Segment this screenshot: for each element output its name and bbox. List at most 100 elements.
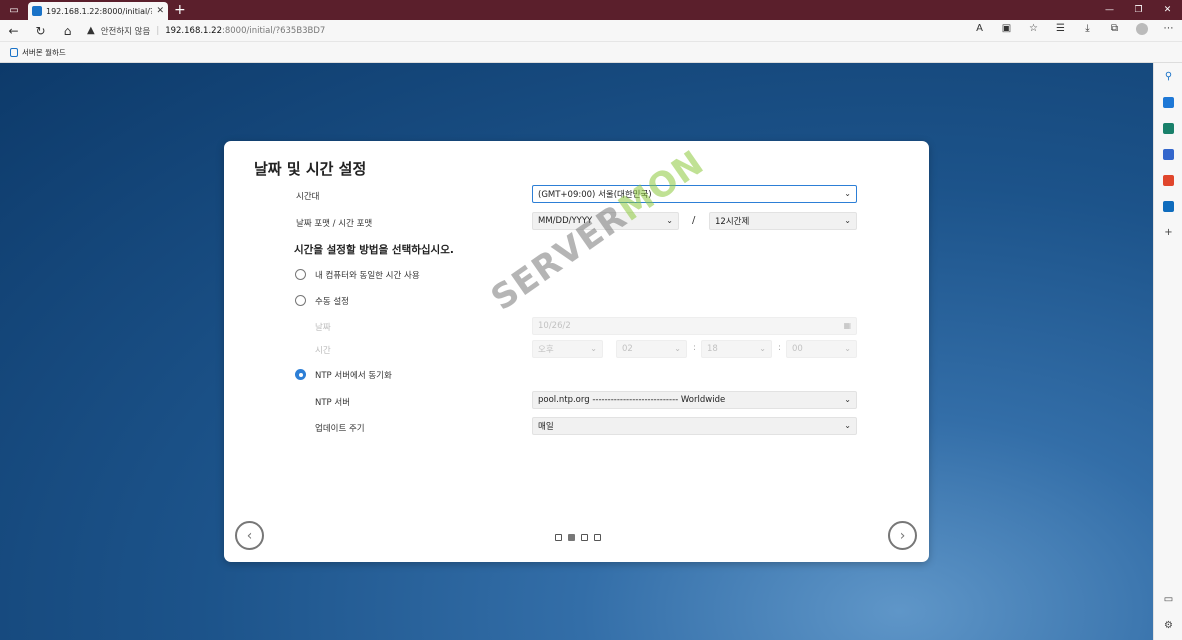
second-select[interactable]: 00 ⌄: [786, 340, 857, 358]
favorites-bar: 서버몬 월하드: [0, 42, 1182, 63]
format-separator: /: [692, 215, 696, 226]
hour-select[interactable]: 02 ⌄: [616, 340, 687, 358]
warning-icon: ▲: [87, 25, 95, 36]
minute-value: 18: [707, 344, 718, 354]
method-heading: 시간을 설정할 방법을 선택하십시오.: [294, 244, 454, 256]
sidebar-settings-icon[interactable]: ⚙: [1163, 620, 1174, 631]
window-controls: — ❐ ✕: [1095, 5, 1182, 15]
timezone-value: (GMT+09:00) 서울(대한민국): [538, 190, 652, 200]
window-close-icon[interactable]: ✕: [1153, 5, 1182, 15]
add-sidebar-app-icon[interactable]: +: [1163, 227, 1174, 238]
back-arrow-icon[interactable]: ‹: [235, 521, 264, 550]
browser-tab-bar: ▭ 192.168.1.22:8000/initial/?635B3 ✕ + —…: [0, 0, 1182, 20]
chevron-down-icon: ⌄: [844, 216, 851, 225]
address-bar: ← ↻ ⌂ ▲ 안전하지 않음 | 192.168.1.22 :8000/ini…: [0, 20, 1182, 42]
option-manual-label: 수동 설정: [315, 297, 349, 307]
date-format-value: MM/DD/YYYY: [538, 216, 593, 226]
time-format-select[interactable]: 12시간제 ⌄: [709, 212, 857, 230]
watermark: SERVERMON: [484, 143, 712, 319]
chevron-down-icon: ⌄: [590, 344, 597, 353]
pagination-dot[interactable]: [581, 534, 588, 541]
date-value: 10/26/2: [538, 321, 571, 331]
time-format-value: 12시간제: [715, 217, 750, 227]
url-field[interactable]: ▲ 안전하지 않음 | 192.168.1.22 :8000/initial/?…: [87, 25, 325, 37]
bookmark-icon: [10, 47, 18, 57]
option-ntp-label: NTP 서버에서 동기화: [315, 371, 392, 381]
favorites-icon[interactable]: ☰: [1047, 23, 1074, 38]
browser-tab[interactable]: 192.168.1.22:8000/initial/?635B3 ✕: [28, 2, 168, 20]
collections-icon[interactable]: ⧉: [1101, 23, 1128, 38]
search-icon[interactable]: ⚲: [1163, 71, 1174, 82]
tab-actions-icon[interactable]: ▭: [0, 0, 28, 20]
ampm-select[interactable]: 오후 ⌄: [532, 340, 603, 358]
refresh-icon[interactable]: ↻: [27, 24, 54, 38]
update-interval-label: 업데이트 주기: [315, 424, 365, 434]
shopping-icon[interactable]: [1163, 97, 1174, 108]
favorite-link[interactable]: 서버몬 월하드: [22, 47, 66, 58]
ampm-value: 오후: [538, 345, 554, 355]
url-path: :8000/initial/?635B3BD7: [221, 25, 326, 36]
url-host: 192.168.1.22: [165, 25, 222, 36]
outlook-icon[interactable]: [1163, 201, 1174, 212]
minimize-icon[interactable]: —: [1095, 5, 1124, 15]
url-separator: |: [156, 25, 160, 36]
time-colon: :: [778, 343, 782, 353]
timezone-select[interactable]: (GMT+09:00) 서울(대한민국) ⌄: [532, 185, 857, 203]
date-input[interactable]: 10/26/2 ▦: [532, 317, 857, 335]
format-label: 날짜 포맷 / 시간 포맷: [296, 219, 373, 229]
downloads-icon[interactable]: ⤓: [1074, 23, 1101, 38]
update-interval-value: 매일: [538, 422, 554, 432]
update-interval-select[interactable]: 매일 ⌄: [532, 417, 857, 435]
back-icon[interactable]: ←: [0, 24, 27, 38]
more-menu-icon[interactable]: ⋯: [1155, 23, 1182, 38]
ntp-server-value: pool.ntp.org ---------------------------…: [538, 395, 726, 405]
setup-wizard-card: 날짜 및 시간 설정 시간대 (GMT+09:00) 서울(대한민국) ⌄ 날짜…: [224, 141, 929, 562]
pagination-dot[interactable]: [555, 534, 562, 541]
edge-sidebar: ⚲ + ▭ ⚙: [1153, 63, 1182, 640]
time-colon: :: [693, 343, 697, 353]
page-background: 날짜 및 시간 설정 시간대 (GMT+09:00) 서울(대한민국) ⌄ 날짜…: [0, 63, 1153, 640]
tools-icon[interactable]: [1163, 123, 1174, 134]
add-favorite-icon[interactable]: ☆: [1020, 23, 1047, 38]
second-value: 00: [792, 344, 803, 354]
chevron-down-icon: ⌄: [666, 216, 673, 225]
hide-sidebar-icon[interactable]: ▭: [1163, 594, 1174, 605]
page-title: 날짜 및 시간 설정: [254, 160, 367, 178]
insecure-label: 안전하지 않음: [100, 26, 151, 37]
ntp-server-label: NTP 서버: [315, 398, 351, 408]
minute-select[interactable]: 18 ⌄: [701, 340, 772, 358]
site-favicon-icon: [32, 6, 42, 16]
profile-icon[interactable]: [1128, 23, 1155, 38]
calendar-icon: ▦: [843, 321, 851, 330]
browser-toolbar: A ▣ ☆ ☰ ⤓ ⧉ ⋯: [966, 23, 1182, 38]
timezone-label: 시간대: [296, 192, 320, 202]
tab-close-icon[interactable]: ✕: [156, 6, 164, 16]
radio-same-as-pc[interactable]: [295, 269, 306, 280]
read-aloud-icon[interactable]: A: [966, 23, 993, 38]
chevron-down-icon: ⌄: [844, 395, 851, 404]
chevron-down-icon: ⌄: [674, 344, 681, 353]
tab-title: 192.168.1.22:8000/initial/?635B3: [46, 6, 152, 16]
chevron-down-icon: ⌄: [844, 189, 851, 198]
chevron-down-icon: ⌄: [844, 344, 851, 353]
pagination-dots: [555, 534, 601, 541]
time-label: 시간: [315, 346, 331, 356]
office-icon[interactable]: [1163, 175, 1174, 186]
chevron-down-icon: ⌄: [844, 421, 851, 430]
next-arrow-icon[interactable]: ›: [888, 521, 917, 550]
radio-manual[interactable]: [295, 295, 306, 306]
radio-ntp[interactable]: [295, 369, 306, 380]
option-same-as-pc-label: 내 컴퓨터와 동일한 시간 사용: [315, 271, 420, 281]
restore-icon[interactable]: ❐: [1124, 5, 1153, 15]
pagination-dot[interactable]: [568, 534, 575, 541]
hour-value: 02: [622, 344, 633, 354]
chevron-down-icon: ⌄: [759, 344, 766, 353]
ntp-server-select[interactable]: pool.ntp.org ---------------------------…: [532, 391, 857, 409]
date-format-select[interactable]: MM/DD/YYYY ⌄: [532, 212, 679, 230]
immersive-reader-icon[interactable]: ▣: [993, 23, 1020, 38]
new-tab-button[interactable]: +: [174, 2, 186, 18]
home-icon[interactable]: ⌂: [54, 24, 81, 38]
games-icon[interactable]: [1163, 149, 1174, 160]
pagination-dot[interactable]: [594, 534, 601, 541]
date-label: 날짜: [315, 323, 331, 333]
